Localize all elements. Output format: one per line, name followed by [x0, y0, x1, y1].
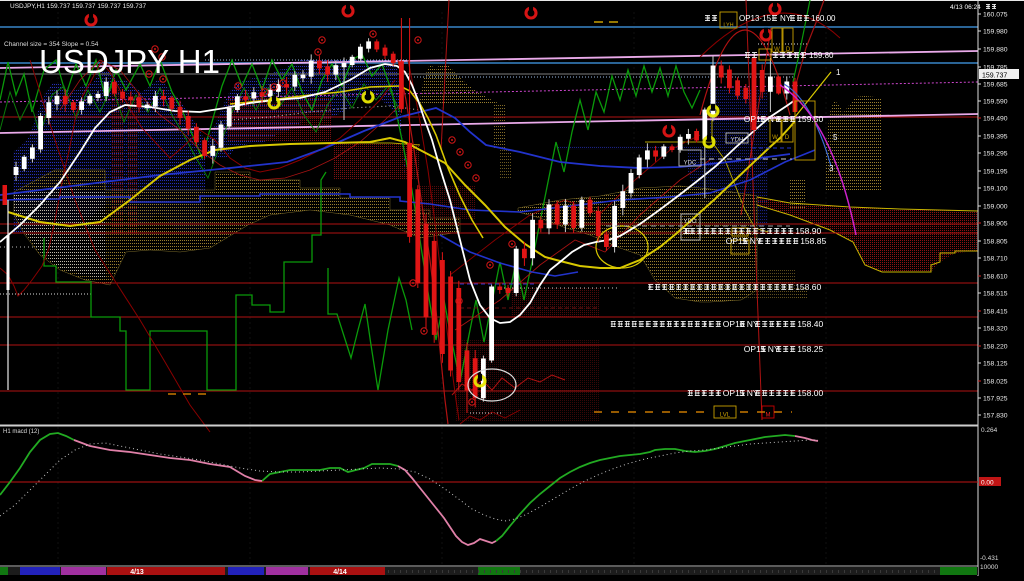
svg-text:159.000: 159.000: [983, 204, 1008, 211]
svg-text:158.610: 158.610: [983, 274, 1008, 281]
svg-text:YDH: YDH: [731, 138, 744, 144]
svg-text:1: 1: [836, 68, 841, 77]
svg-text:158.60: 158.60: [795, 282, 821, 292]
svg-text:M: M: [766, 413, 771, 419]
svg-text:4/14: 4/14: [333, 569, 347, 576]
svg-text:158.90: 158.90: [795, 226, 821, 236]
svg-text:159.737: 159.737: [982, 73, 1007, 80]
svg-text:159.50: 159.50: [797, 114, 823, 124]
svg-text:3: 3: [829, 164, 834, 173]
svg-text:W: W: [772, 135, 778, 141]
svg-text:158.515: 158.515: [983, 291, 1008, 298]
svg-text:LYH: LYH: [723, 23, 733, 29]
svg-text:158.805: 158.805: [983, 239, 1008, 246]
svg-text:158.25: 158.25: [797, 344, 823, 354]
svg-text:159.880: 159.880: [983, 47, 1008, 54]
svg-text:158.40: 158.40: [797, 319, 823, 329]
svg-text:160.075: 160.075: [983, 12, 1008, 19]
svg-text:0.264: 0.264: [981, 427, 998, 434]
svg-text:D: D: [785, 135, 790, 141]
svg-text:159.295: 159.295: [983, 151, 1008, 158]
svg-text:159.395: 159.395: [983, 134, 1008, 141]
svg-text:159.490: 159.490: [983, 116, 1008, 123]
svg-text:159.590: 159.590: [983, 99, 1008, 106]
svg-text:5: 5: [833, 133, 838, 142]
svg-text:-0.431: -0.431: [980, 555, 999, 562]
svg-text:YDO: YDO: [683, 219, 696, 225]
svg-text:USDJPY,H1 159.737 159.737 159: USDJPY,H1 159.737 159.737 159.737 159.73…: [10, 3, 147, 10]
svg-text:158.320: 158.320: [983, 326, 1008, 333]
svg-text:159.195: 159.195: [983, 169, 1008, 176]
svg-text:LVL: LVL: [720, 413, 731, 419]
svg-text:YDC: YDC: [684, 161, 697, 167]
svg-text:0.00: 0.00: [981, 480, 994, 487]
svg-text:158.025: 158.025: [983, 379, 1008, 386]
svg-text:158.710: 158.710: [983, 256, 1008, 263]
svg-text:158.00: 158.00: [797, 388, 823, 398]
svg-text:159.980: 159.980: [983, 29, 1008, 36]
svg-text:159.100: 159.100: [983, 186, 1008, 193]
svg-text:OP13·15: OP13·15: [739, 14, 772, 23]
svg-text:157.830: 157.830: [983, 413, 1008, 420]
svg-text:157.925: 157.925: [983, 396, 1008, 403]
svg-text:159.685: 159.685: [983, 82, 1008, 89]
svg-text:10000: 10000: [980, 564, 998, 571]
svg-text:159.80: 159.80: [809, 51, 834, 60]
svg-text:158.220: 158.220: [983, 344, 1008, 351]
svg-text:158.125: 158.125: [983, 361, 1008, 368]
svg-text:H1 macd (12): H1 macd (12): [3, 429, 39, 435]
svg-text:158.905: 158.905: [983, 221, 1008, 228]
svg-text:USDJPY H1: USDJPY H1: [39, 43, 220, 80]
svg-text:4/13: 4/13: [130, 569, 144, 576]
svg-text:4/13 06:24: 4/13 06:24: [950, 4, 981, 11]
svg-text:158.415: 158.415: [983, 309, 1008, 316]
svg-text:158.85: 158.85: [800, 236, 826, 246]
svg-text:160.00: 160.00: [811, 14, 836, 23]
